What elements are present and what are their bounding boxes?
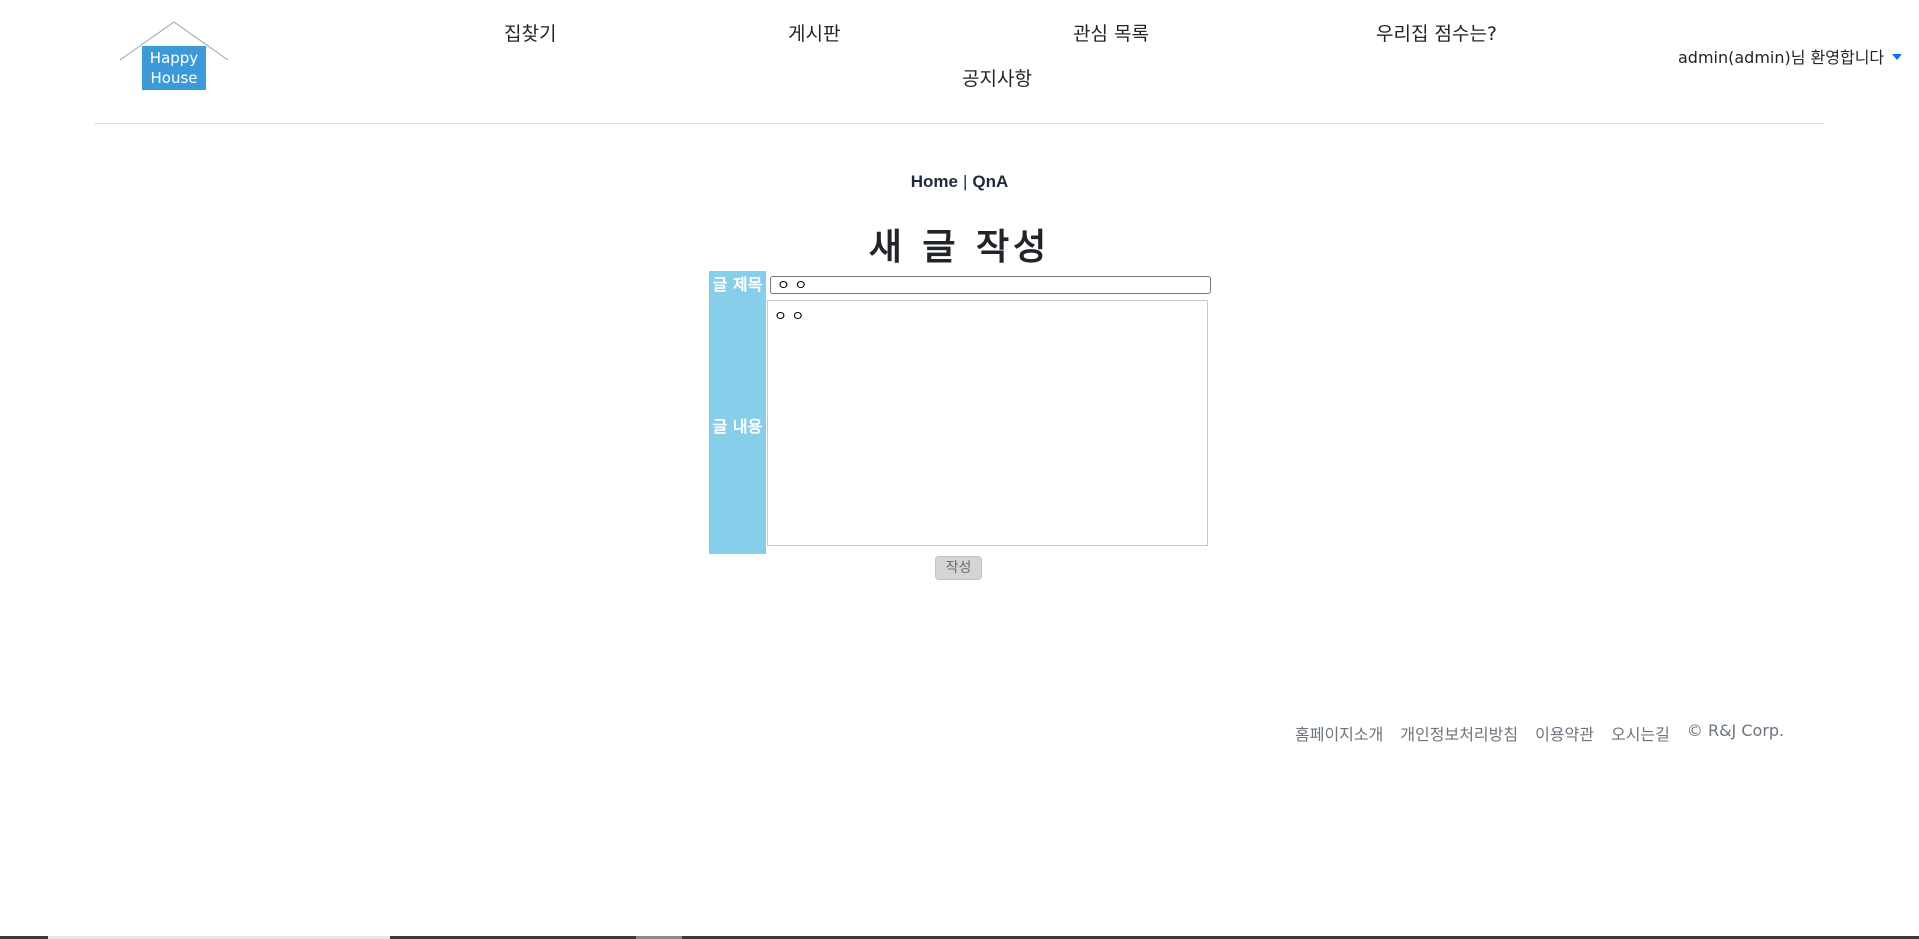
page-title: 새 글 작성 — [868, 227, 1051, 268]
content-label: 글 내용 — [709, 300, 766, 554]
footer-link-terms[interactable]: 이용약관 — [1535, 721, 1594, 745]
footer-link-privacy[interactable]: 개인정보처리방침 — [1400, 721, 1518, 745]
title-input[interactable] — [770, 276, 1211, 294]
user-greeting: admin(admin)님 환영합니다 — [1678, 48, 1885, 67]
breadcrumb: Home | QnA — [0, 172, 1919, 192]
submit-button[interactable]: 작성 — [935, 556, 982, 580]
site-footer: 홈페이지소개 개인정보처리방침 이용약관 오시는길 © R&J Corp. — [1295, 721, 1784, 745]
logo-text-box: Happy House — [142, 46, 206, 90]
nav-item-interest-list[interactable]: 관심 목록 — [1073, 19, 1149, 46]
footer-link-directions[interactable]: 오시는길 — [1611, 721, 1670, 745]
logo-line-2: House — [150, 69, 198, 87]
breadcrumb-separator: | — [962, 172, 968, 191]
title-label: 글 제목 — [709, 271, 766, 300]
site-header: Happy House 집찾기 게시판 관심 목록 우리집 점수는? 공지사항 … — [94, 0, 1903, 124]
logo-line-1: Happy — [149, 49, 199, 67]
footer-link-about[interactable]: 홈페이지소개 — [1295, 721, 1383, 745]
happy-house-logo[interactable]: Happy House — [120, 21, 230, 91]
footer-copyright: © R&J Corp. — [1686, 721, 1785, 740]
nav-item-board[interactable]: 게시판 — [788, 19, 840, 46]
nav-item-notice[interactable]: 공지사항 — [962, 64, 1032, 91]
nav-item-find-house[interactable]: 집찾기 — [504, 19, 556, 46]
user-menu-dropdown[interactable]: admin(admin)님 환영합니다 — [1678, 44, 1903, 68]
caret-down-icon — [1892, 54, 1903, 60]
breadcrumb-home-link[interactable]: Home — [911, 172, 958, 191]
breadcrumb-current-link[interactable]: QnA — [972, 172, 1008, 191]
nav-item-house-score[interactable]: 우리집 점수는? — [1376, 19, 1497, 46]
content-textarea[interactable]: ㅇ ㅇ — [767, 300, 1208, 546]
